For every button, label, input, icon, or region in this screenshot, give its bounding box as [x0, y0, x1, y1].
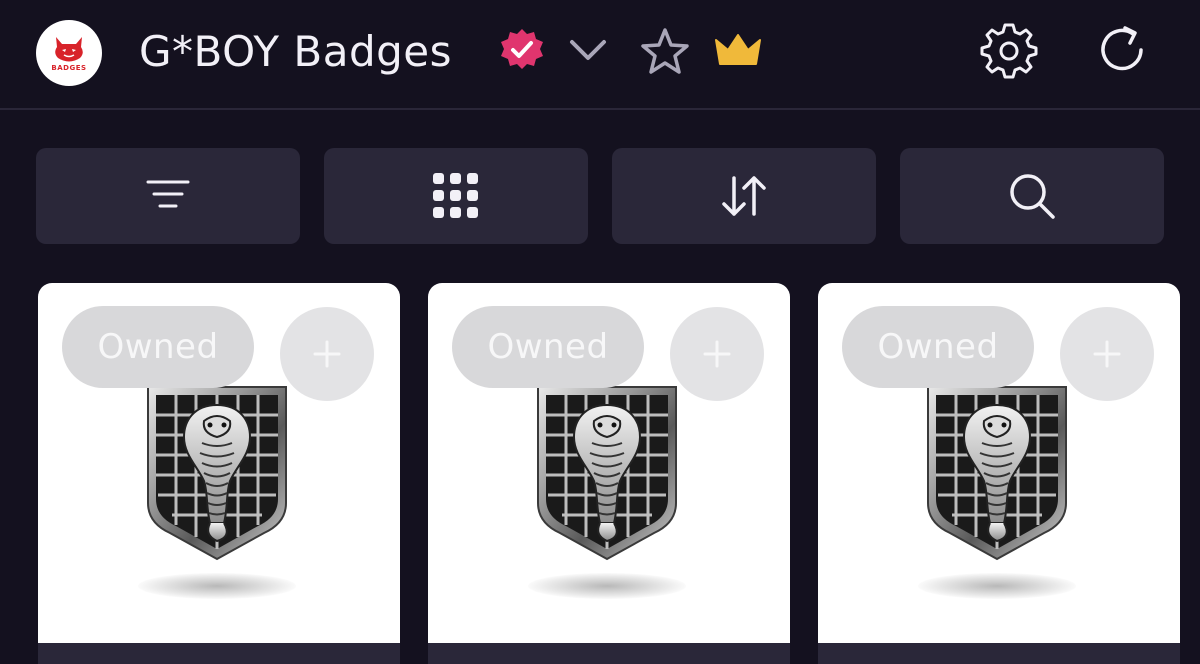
badge-shadow: [138, 573, 296, 599]
header-divider: [0, 108, 1200, 110]
grid-view-button[interactable]: [324, 148, 588, 244]
owned-status-badge: Owned: [842, 306, 1034, 388]
card-footer: [38, 643, 400, 664]
logo-label: BADGES: [51, 63, 87, 72]
filter-button[interactable]: [36, 148, 300, 244]
gear-icon[interactable]: [980, 21, 1038, 79]
sort-icon: [722, 176, 766, 216]
owned-status-badge: Owned: [452, 306, 644, 388]
cobra-shield-badge-image: [144, 383, 290, 563]
grid-view-icon: [433, 173, 478, 218]
app-logo[interactable]: BADGES: [36, 20, 102, 86]
badge-card[interactable]: Owned: [428, 283, 790, 664]
app-header: BADGES G*BOY Badges: [0, 0, 1200, 108]
card-footer: [818, 643, 1180, 664]
sort-button[interactable]: [612, 148, 876, 244]
page-title: G*BOY Badges: [139, 27, 452, 76]
badge-card[interactable]: Owned: [818, 283, 1180, 664]
cobra-shield-badge-image: [924, 383, 1070, 563]
badges-screen: BADGES G*BOY Badges Owned Owned Owned: [0, 0, 1200, 664]
plus-icon: [703, 340, 731, 368]
plus-icon: [313, 340, 341, 368]
refresh-icon[interactable]: [1094, 22, 1152, 78]
devil-mascot-icon: [55, 36, 83, 61]
owned-status-badge: Owned: [62, 306, 254, 388]
verified-badge-icon: [499, 27, 545, 73]
card-footer: [428, 643, 790, 664]
badge-shadow: [918, 573, 1076, 599]
add-button[interactable]: [670, 307, 764, 401]
crown-icon: [712, 32, 764, 68]
star-outline-icon[interactable]: [638, 26, 692, 76]
search-button[interactable]: [900, 148, 1164, 244]
add-button[interactable]: [1060, 307, 1154, 401]
plus-icon: [1093, 340, 1121, 368]
add-button[interactable]: [280, 307, 374, 401]
cobra-shield-badge-image: [534, 383, 680, 563]
filter-icon: [146, 180, 190, 208]
search-icon: [1010, 174, 1055, 219]
chevron-down-icon[interactable]: [566, 30, 610, 70]
badge-shadow: [528, 573, 686, 599]
badge-card[interactable]: Owned: [38, 283, 400, 664]
